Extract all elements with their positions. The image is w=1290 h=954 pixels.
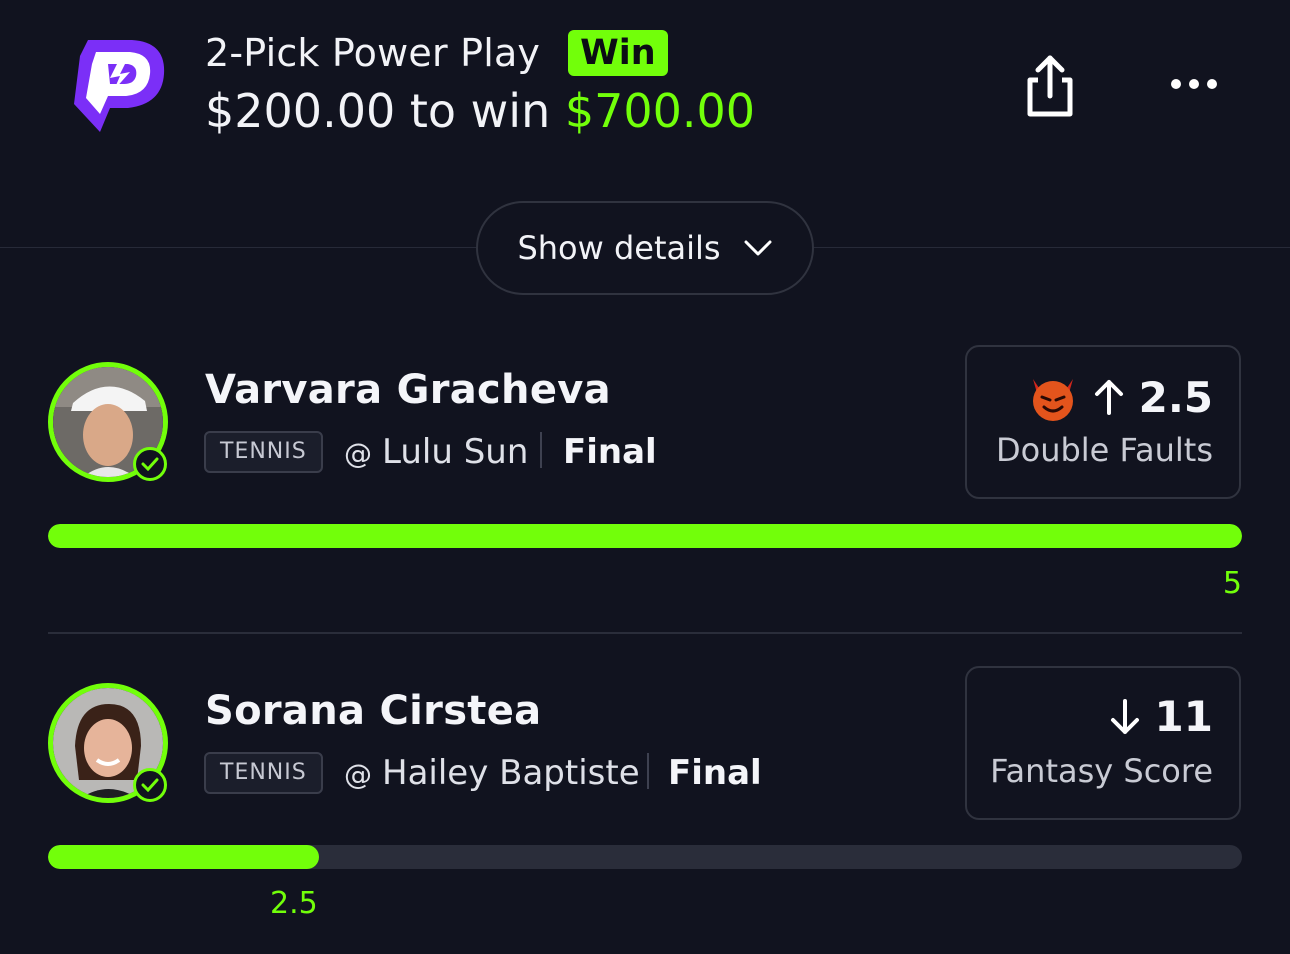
show-details-button[interactable]: Show details: [476, 201, 814, 295]
player-avatar: [48, 683, 168, 803]
check-icon: [133, 768, 167, 802]
more-dots-icon: [1171, 79, 1217, 89]
payout-amount: $700.00: [564, 84, 756, 138]
entry-title-row: 2-Pick Power Play Win: [205, 30, 668, 76]
projection-line: 11: [1109, 692, 1213, 741]
game-status: Final: [563, 432, 657, 472]
arrow-up-icon: [1094, 380, 1123, 415]
projection-line: 2.5: [1027, 371, 1213, 423]
share-button[interactable]: [1018, 52, 1082, 120]
at-symbol: @: [344, 437, 372, 470]
progress-bar: [48, 524, 1242, 548]
arrow-down-icon: [1110, 698, 1139, 734]
devil-emoji-icon: [1032, 379, 1073, 421]
at-symbol: @: [344, 758, 372, 791]
projection-value: 2.5: [1138, 372, 1213, 422]
show-details-label: Show details: [517, 229, 721, 267]
opponent-info: @ Hailey Baptiste: [344, 753, 640, 793]
entry-title: 2-Pick Power Play: [205, 31, 541, 75]
progress-fill: [48, 845, 320, 869]
to-win-text: to win: [409, 84, 551, 138]
share-icon: [1027, 55, 1073, 117]
game-status: Final: [668, 753, 762, 793]
more-options-button[interactable]: [1162, 64, 1226, 104]
entry-page: 2-Pick Power Play Win $200.00 to win $70…: [0, 0, 1290, 954]
sport-tag: TENNIS: [204, 431, 323, 473]
pick-divider: [48, 632, 1242, 634]
check-icon: [133, 447, 167, 481]
stat-type: Double Faults: [995, 431, 1213, 469]
stake-payout-line: $200.00 to win $700.00: [205, 84, 755, 138]
sport-tag: TENNIS: [204, 752, 323, 794]
player-avatar: [48, 362, 168, 482]
prizepicks-logo: [70, 34, 170, 134]
projection-card[interactable]: 11 Fantasy Score: [965, 666, 1241, 820]
player-name: Sorana Cirstea: [205, 688, 542, 734]
progress-fill: [48, 524, 1242, 548]
opponent-info: @ Lulu Sun: [344, 432, 528, 472]
result-value: 5: [1222, 566, 1242, 601]
result-badge: Win: [568, 30, 668, 76]
projection-card[interactable]: 2.5 Double Faults: [965, 345, 1241, 499]
result-value: 2.5: [270, 886, 318, 921]
projection-value: 11: [1154, 692, 1213, 741]
stat-type: Fantasy Score: [990, 752, 1213, 790]
chevron-down-icon: [744, 240, 772, 256]
player-name: Varvara Gracheva: [205, 367, 611, 413]
divider: [540, 432, 542, 468]
progress-bar: [48, 845, 1242, 869]
divider: [647, 753, 649, 789]
opponent-name: Hailey Baptiste: [382, 753, 640, 793]
stake-amount: $200.00: [205, 84, 396, 138]
opponent-name: Lulu Sun: [382, 432, 529, 472]
